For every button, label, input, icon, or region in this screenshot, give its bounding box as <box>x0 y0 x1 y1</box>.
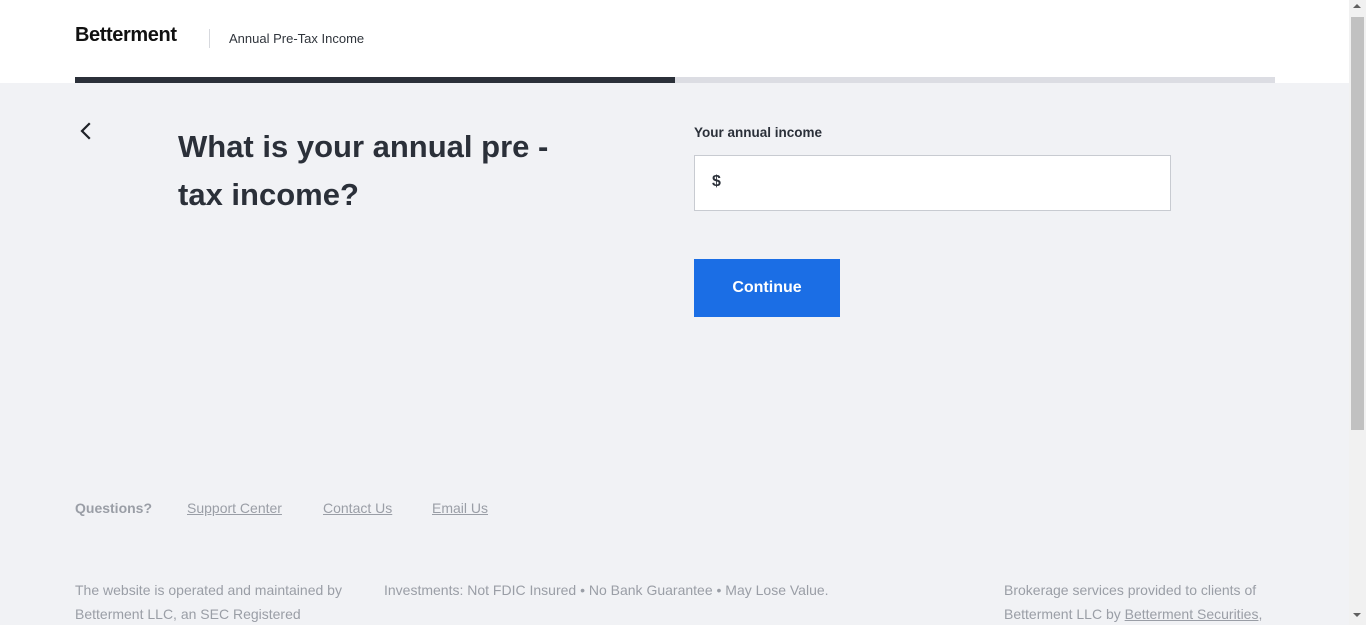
footer-brokerage-tail: , <box>1258 606 1263 622</box>
footer-brokerage-text: Brokerage services provided to clients o… <box>1004 578 1276 625</box>
chevron-left-icon <box>80 122 91 140</box>
scroll-down-arrow-icon[interactable] <box>1353 613 1361 617</box>
betterment-logo[interactable]: Betterment <box>75 24 177 47</box>
header: Betterment Annual Pre-Tax Income <box>0 0 1349 83</box>
scroll-up-arrow-icon[interactable] <box>1353 4 1361 8</box>
progress-bar-fill <box>75 77 675 83</box>
footer-questions-label: Questions? <box>75 500 153 516</box>
currency-symbol: $ <box>712 173 721 190</box>
page-title: What is your annual pre -tax income? <box>178 129 549 212</box>
back-button[interactable] <box>73 119 97 143</box>
footer-operator-text: The website is operated and maintained b… <box>75 582 342 622</box>
income-field[interactable]: $ <box>694 155 1171 211</box>
progress-bar <box>75 77 1275 83</box>
scrollbar-thumb[interactable] <box>1351 17 1364 430</box>
email-us-link[interactable]: Email Us <box>432 500 488 516</box>
income-field-label: Your annual income <box>694 125 823 140</box>
footer-disclaimer-text: Investments: Not FDIC Insured • No Bank … <box>384 582 829 598</box>
betterment-securities-link[interactable]: Betterment Securities <box>1125 606 1259 622</box>
page-subtitle: Annual Pre-Tax Income <box>229 31 365 46</box>
income-input[interactable] <box>729 166 1153 202</box>
vertical-scrollbar[interactable] <box>1349 0 1366 625</box>
contact-us-link[interactable]: Contact Us <box>323 500 392 516</box>
support-center-link[interactable]: Support Center <box>187 500 282 516</box>
page: Betterment Annual Pre-Tax Income What is… <box>0 0 1349 625</box>
continue-button[interactable]: Continue <box>694 259 840 317</box>
header-divider <box>209 29 210 48</box>
